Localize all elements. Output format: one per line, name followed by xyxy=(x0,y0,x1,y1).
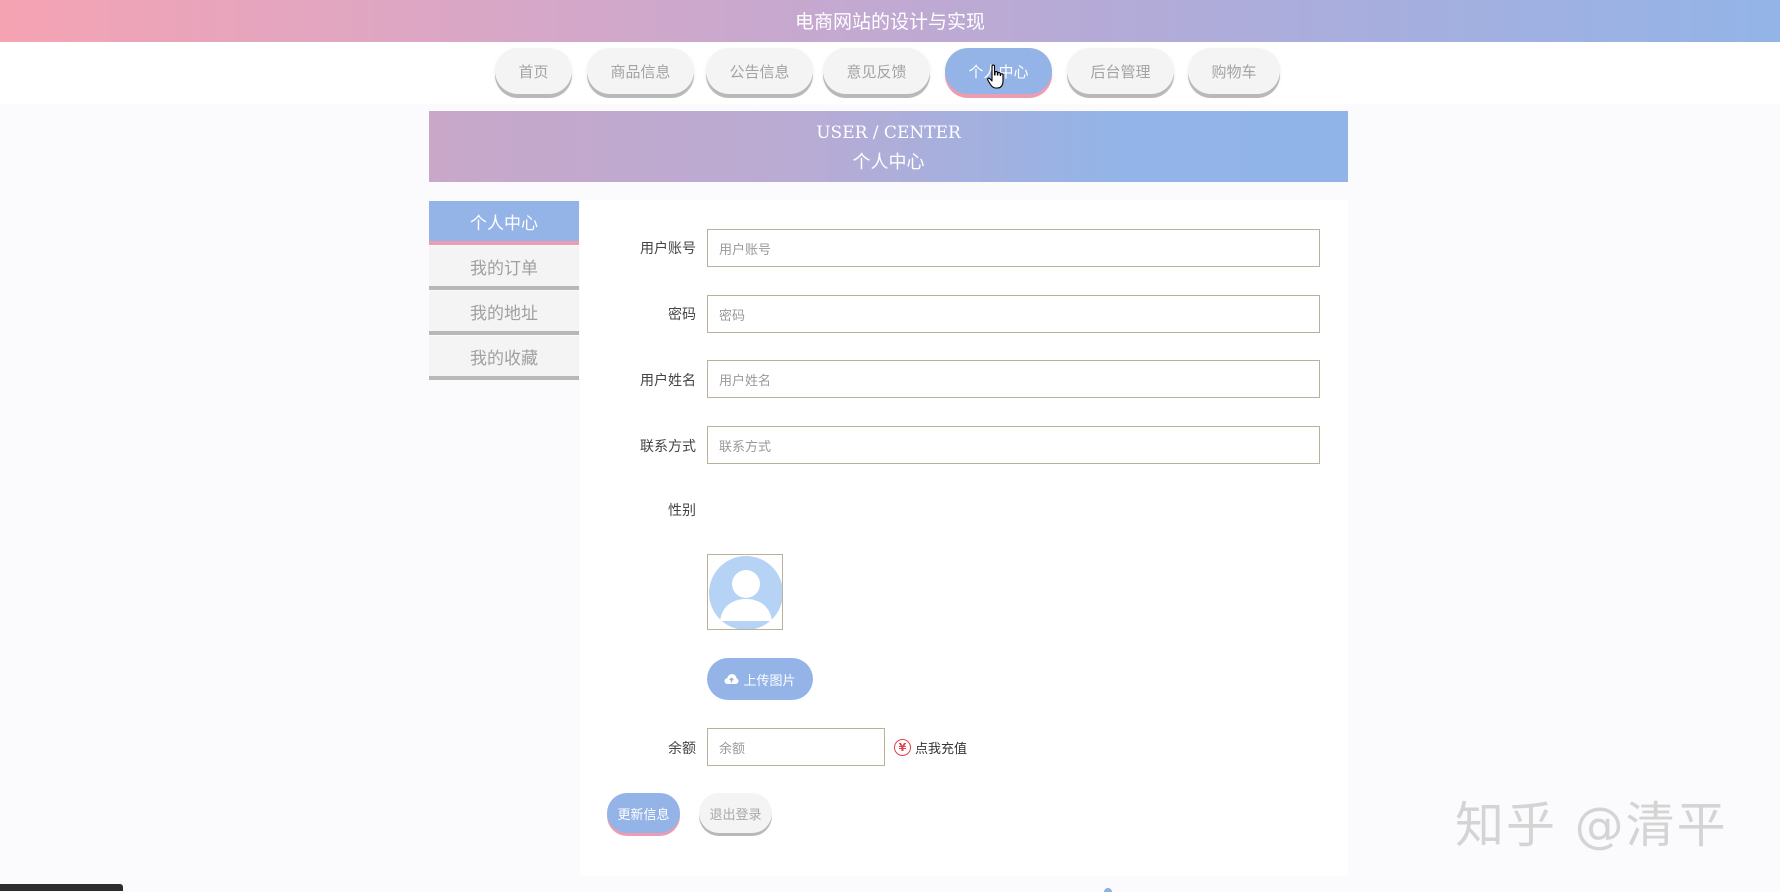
upload-image-label: 上传图片 xyxy=(743,673,796,689)
sidebar-item-my-orders[interactable]: 我的订单 xyxy=(429,246,579,286)
default-avatar-icon xyxy=(709,556,782,629)
nav-item-announcements[interactable]: 公告信息 xyxy=(706,48,813,94)
hand-cursor-icon xyxy=(987,64,1004,89)
password-input[interactable]: 密码 xyxy=(707,295,1320,333)
password-label: 密码 xyxy=(668,307,696,323)
name-input[interactable]: 用户姓名 xyxy=(707,360,1320,398)
sidebar-item-user-center[interactable]: 个人中心 xyxy=(429,201,579,241)
nav-item-cart[interactable]: 购物车 xyxy=(1188,48,1280,94)
cloud-upload-icon xyxy=(724,674,739,684)
nav-item-home[interactable]: 首页 xyxy=(495,48,572,94)
page-banner: USER / CENTER 个人中心 xyxy=(429,111,1348,182)
balance-input[interactable]: 余额 xyxy=(707,728,885,766)
update-info-button[interactable]: 更新信息 xyxy=(607,793,680,833)
sidebar-item-my-favorites[interactable]: 我的收藏 xyxy=(429,336,579,376)
nav-item-products[interactable]: 商品信息 xyxy=(587,48,694,94)
status-bar xyxy=(0,884,123,891)
name-label: 用户姓名 xyxy=(640,373,696,389)
contact-label: 联系方式 xyxy=(640,439,696,455)
banner-title-en: USER / CENTER xyxy=(816,123,961,143)
nav-item-admin[interactable]: 后台管理 xyxy=(1067,48,1174,94)
upload-image-button[interactable]: 上传图片 xyxy=(707,658,813,700)
zhihu-watermark: 知乎 @清平 xyxy=(1455,797,1728,854)
avatar-image[interactable] xyxy=(707,554,783,630)
balance-label: 余额 xyxy=(668,741,696,757)
account-label: 用户账号 xyxy=(640,241,696,257)
recharge-label: 点我充值 xyxy=(915,741,968,757)
banner-title-cn: 个人中心 xyxy=(852,152,925,173)
account-input[interactable]: 用户账号 xyxy=(707,229,1320,267)
site-title: 电商网站的设计与实现 xyxy=(794,11,985,33)
top-header-bar: 电商网站的设计与实现 xyxy=(0,0,1780,42)
yen-icon: ¥ xyxy=(894,738,911,756)
nav-item-feedback[interactable]: 意见反馈 xyxy=(823,48,930,94)
scroll-indicator xyxy=(1104,888,1112,892)
gender-label: 性别 xyxy=(668,503,696,519)
logout-button[interactable]: 退出登录 xyxy=(699,793,772,833)
sidebar-item-my-address[interactable]: 我的地址 xyxy=(429,291,579,331)
recharge-link[interactable]: ¥ 点我充值 xyxy=(894,737,967,757)
contact-input[interactable]: 联系方式 xyxy=(707,426,1320,464)
